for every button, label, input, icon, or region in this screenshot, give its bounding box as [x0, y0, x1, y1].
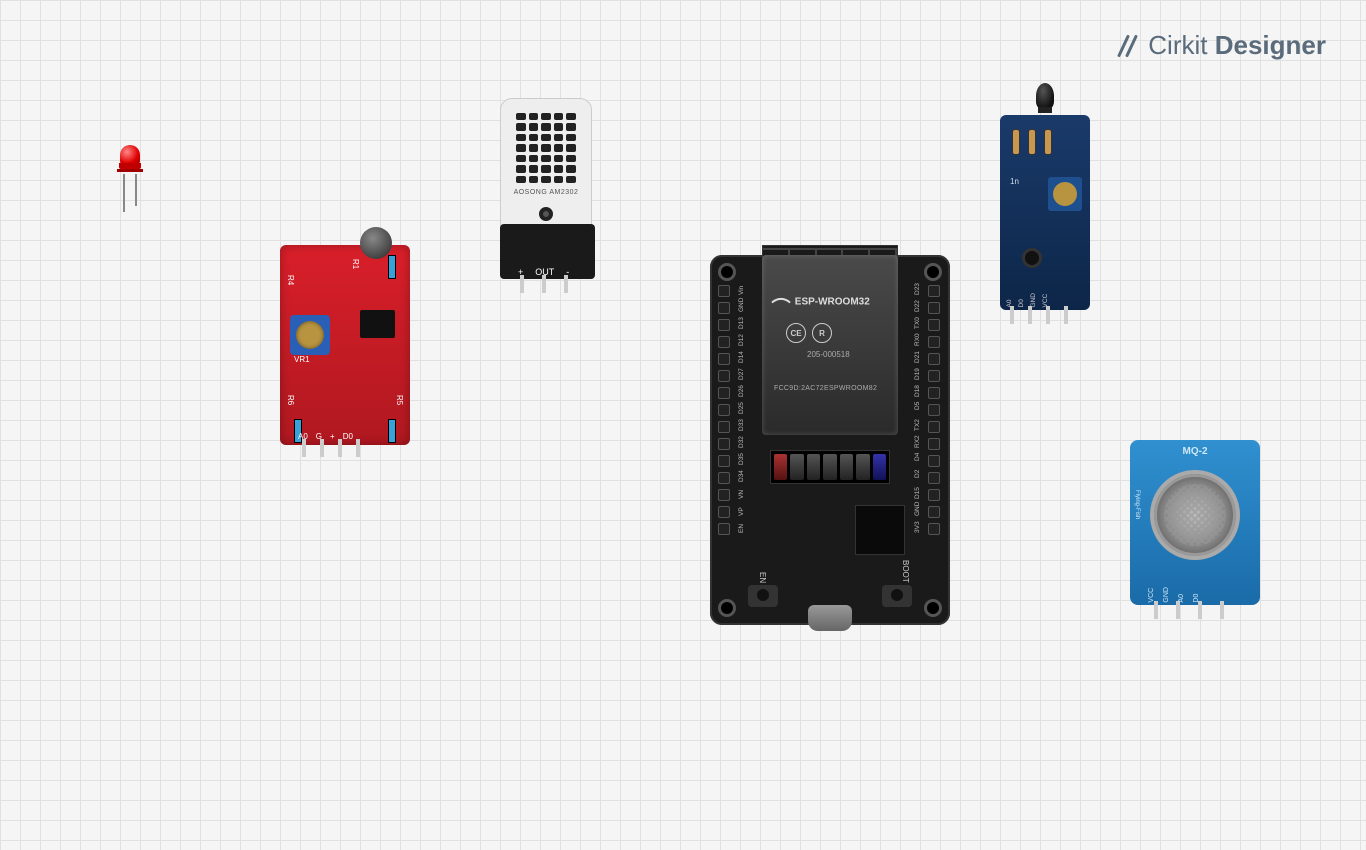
mq2-side-label: Flying-Fish	[1134, 490, 1140, 519]
esp32-module-label: ESP-WROOM32	[774, 295, 870, 309]
ky037-silk-r1: R1	[351, 259, 360, 269]
ky037-resistor	[388, 419, 396, 443]
esp32-shield: ESP-WROOM32 CE R 205-000518 FCC9D:2AC72E…	[762, 255, 898, 435]
flame-pin-labels: A0 D0 GND VCC	[1006, 293, 1049, 307]
component-mq2[interactable]: MQ-2 Flying-Fish VCC GND A0 D0	[1130, 440, 1260, 605]
logo-text-prefix: Cirkit	[1148, 30, 1207, 60]
esp32-usb-chip	[855, 505, 905, 555]
flame-pins	[1010, 306, 1068, 324]
esp32-en-button[interactable]	[748, 585, 778, 607]
component-ky037[interactable]: VR1 R4 R6 R5 R1 A0 G + D0	[280, 245, 410, 445]
canvas-grid	[0, 0, 1366, 850]
led-bulb	[120, 145, 140, 165]
esp32-en-label: EN	[758, 572, 767, 583]
esp32-boot-label: BOOT	[901, 560, 910, 583]
esp32-pin-header-left	[718, 285, 732, 535]
ky037-silk-r4: R4	[286, 275, 295, 285]
flame-potentiometer	[1048, 177, 1082, 211]
mount-hole	[718, 263, 736, 281]
mq2-sensor-cap-icon	[1150, 470, 1240, 560]
esp32-usb-port	[808, 605, 852, 631]
dht22-mount-hole	[539, 207, 553, 221]
component-led[interactable]	[115, 145, 145, 215]
esp32-pin-labels-right: D23D22TX0RX0D21D19D18D5TX2RX2D4D2D15GND3…	[912, 283, 924, 533]
flame-resistor	[1044, 129, 1052, 155]
flame-resistor	[1028, 129, 1036, 155]
ky037-resistor	[388, 255, 396, 279]
esp32-pin-header-right	[928, 285, 942, 535]
component-flame-sensor[interactable]: 1n A0 D0 GND VCC	[1000, 115, 1090, 310]
logo-icon	[1116, 34, 1140, 58]
dht22-pins	[520, 275, 568, 293]
flame-comparator-ic	[1022, 248, 1042, 268]
flame-ir-receiver-icon	[1036, 83, 1054, 109]
mq2-title: MQ-2	[1183, 446, 1208, 457]
esp32-boot-button[interactable]	[882, 585, 912, 607]
mount-hole	[718, 599, 736, 617]
logo-text-suffix: Designer	[1215, 30, 1326, 60]
esp32-fcc: FCC9D:2AC72ESPWROOM82	[774, 385, 877, 392]
dht22-grille	[516, 113, 576, 183]
led-flange	[117, 169, 143, 172]
mq2-pins	[1154, 601, 1224, 619]
dht22-model-label: AOSONG AM2302	[501, 189, 591, 196]
mount-hole	[924, 599, 942, 617]
component-dht22[interactable]: AOSONG AM2302 + OUT -	[500, 98, 595, 279]
wifi-icon	[771, 292, 791, 312]
esp32-capacitor-row	[770, 450, 890, 484]
dht22-breakout: + OUT -	[500, 224, 595, 279]
ky037-silk-r5: R5	[395, 395, 404, 405]
ky037-ic	[360, 310, 395, 338]
mount-hole	[924, 263, 942, 281]
esp32-serial: 205-000518	[807, 350, 850, 359]
app-logo: Cirkit Designer	[1116, 30, 1326, 61]
led-legs	[115, 174, 145, 212]
esp32-pin-labels-left: VinGNDD13D12D14D27D26D25D33D32D35D34VNVP…	[736, 283, 748, 533]
flame-silk: 1n	[1010, 177, 1019, 186]
ky037-potentiometer	[290, 315, 330, 355]
flame-resistor	[1012, 129, 1020, 155]
ky037-pins	[302, 439, 360, 457]
dht22-body: AOSONG AM2302	[500, 98, 592, 228]
ky037-silk-vr1: VR1	[294, 355, 310, 364]
component-esp32[interactable]: ESP-WROOM32 CE R 205-000518 FCC9D:2AC72E…	[710, 255, 950, 625]
ky037-silk-r6: R6	[286, 395, 295, 405]
esp32-cert-marks: CE R	[786, 323, 832, 343]
